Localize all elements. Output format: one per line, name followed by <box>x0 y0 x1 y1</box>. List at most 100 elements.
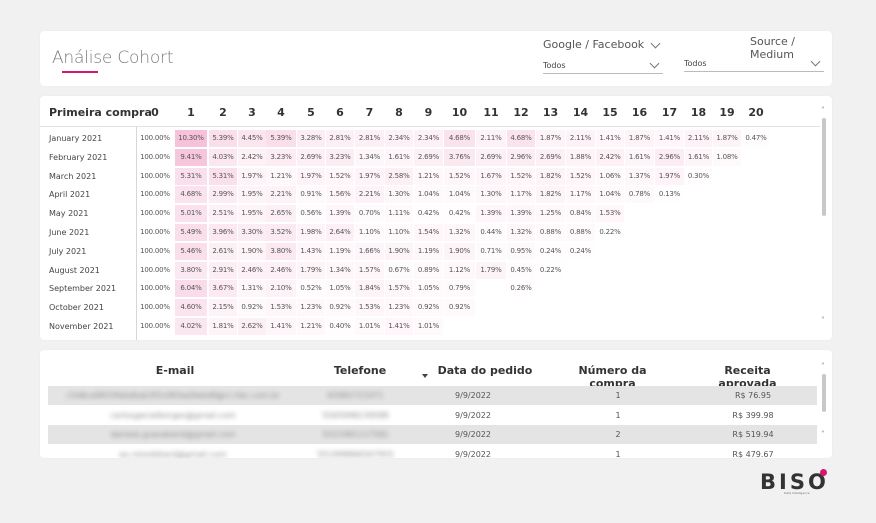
cohort-cell: 1.19% <box>326 242 354 260</box>
cohort-column-header[interactable]: 11 <box>476 106 506 119</box>
cohort-cell: 3.28% <box>297 130 325 147</box>
cohort-cell: 1.04% <box>414 186 443 204</box>
cohort-row-label: October 2021 <box>49 303 104 313</box>
cohort-row-label: May 2021 <box>49 209 89 219</box>
cohort-cell: 2.69% <box>476 148 506 166</box>
cohort-cell: 1.21% <box>414 167 443 185</box>
cohort-cell: 4.45% <box>238 130 266 147</box>
cohort-cell: 100.00% <box>140 322 170 330</box>
cohort-cell: 0.71% <box>476 243 506 260</box>
filter-source-medium-dropdown[interactable]: Todos <box>684 56 824 72</box>
cohort-cell: 3.23% <box>326 148 354 166</box>
cohort-cell: 1.90% <box>238 242 266 260</box>
cohort-column-header[interactable]: 6 <box>326 106 354 119</box>
chevron-down-icon <box>810 56 821 67</box>
cohort-cell: 0.92% <box>238 299 266 317</box>
cohort-cell: 0.84% <box>566 205 595 222</box>
cohort-column-header[interactable]: 14 <box>566 106 595 119</box>
cohort-cell: 2.91% <box>209 261 237 279</box>
email-cell: carlosgenialborges@gmail.com <box>110 410 236 420</box>
number-cell: 1 <box>615 449 621 459</box>
cohort-cell: 1.31% <box>238 280 266 298</box>
cohort-cell: 3.23% <box>266 148 296 166</box>
phone-cell: 5521981117582 <box>322 430 389 439</box>
cohort-cell: 0.88% <box>566 224 595 241</box>
cohort-cell: 2.81% <box>355 130 384 147</box>
cohort-column-header[interactable]: 12 <box>507 106 535 119</box>
cohort-cell: 0.42% <box>417 209 440 218</box>
column-header-telefone[interactable]: Telefone <box>325 364 395 377</box>
cohort-cell: 1.79% <box>476 261 506 279</box>
vertical-scrollbar[interactable] <box>822 118 826 216</box>
table-row[interactable]: c5d6ca9833febdbab3f2c083ae9ebd8@cl.rtec.… <box>48 386 817 405</box>
cohort-cell: 100.00% <box>140 171 170 180</box>
cohort-cell: 2.69% <box>414 148 443 166</box>
cohort-cell: 0.40% <box>329 322 351 330</box>
cohort-column-header[interactable]: 19 <box>713 106 741 119</box>
cohort-column-header[interactable]: 1 <box>175 106 207 119</box>
cohort-column-header[interactable]: 20 <box>742 106 770 119</box>
column-header-data-pedido[interactable]: Data do pedido <box>435 364 535 377</box>
cohort-cell: 1.39% <box>326 205 354 223</box>
column-header-email[interactable]: E-mail <box>145 364 205 377</box>
cohort-cell: 1.11% <box>385 205 413 223</box>
cohort-cell: 2.99% <box>209 186 237 204</box>
cohort-cell: 1.82% <box>536 167 565 185</box>
filter-google-facebook-label: Google / Facebook <box>543 38 645 51</box>
cohort-cell: 4.68% <box>507 130 535 147</box>
cohort-cell: 0.56% <box>297 205 325 222</box>
cohort-column-header[interactable]: 8 <box>385 106 413 119</box>
scroll-down-icon[interactable]: ˅ <box>821 430 825 439</box>
revenue-cell: R$ 76.95 <box>734 391 772 400</box>
cohort-cell: 1.05% <box>326 280 354 298</box>
scroll-up-icon[interactable]: ˄ <box>821 106 825 115</box>
cohort-cell: 1.21% <box>266 167 296 185</box>
cohort-column-header[interactable]: 18 <box>685 106 712 119</box>
cohort-column-header[interactable]: 9 <box>414 106 443 119</box>
scroll-down-icon[interactable]: ˅ <box>821 316 825 325</box>
filter-google-facebook-dropdown[interactable]: Todos <box>543 58 663 74</box>
cohort-cell: 1.30% <box>476 186 506 204</box>
cohort-cell: 5.49% <box>175 224 207 241</box>
cohort-cell: 3.67% <box>209 280 237 298</box>
cohort-cell: 0.92% <box>326 299 354 317</box>
cohort-column-header[interactable]: 15 <box>596 106 624 119</box>
vertical-scrollbar[interactable] <box>822 374 826 412</box>
cohort-column-header[interactable]: 0 <box>136 106 174 119</box>
table-row[interactable]: carlosgenialborges@gmail.com 556599823958… <box>48 405 817 425</box>
email-cell: ex.rolosbtkard@gmail.com <box>119 449 227 459</box>
cohort-cell: 0.70% <box>355 205 384 222</box>
cohort-column-header[interactable]: 16 <box>625 106 654 119</box>
table-row[interactable]: ex.rolosbtkard@gmail.com 551998866567955 9… <box>48 444 817 459</box>
cohort-cell: 1.04% <box>444 186 475 204</box>
cohort-column-header[interactable]: 2 <box>209 106 237 119</box>
cohort-column-header[interactable]: 7 <box>355 106 384 119</box>
cohort-column-header[interactable]: 17 <box>655 106 684 119</box>
cohort-cell: 100.00% <box>140 209 170 218</box>
phone-cell: 551998866567955 <box>317 449 394 459</box>
cohort-column-header[interactable]: 5 <box>297 106 325 119</box>
sort-desc-icon[interactable] <box>422 374 428 378</box>
cohort-row-label: June 2021 <box>49 228 90 237</box>
revenue-cell: R$ 479.67 <box>732 449 774 459</box>
cohort-cell: 0.22% <box>599 228 621 236</box>
cohort-row-label: January 2021 <box>49 134 103 143</box>
chevron-down-icon[interactable] <box>650 38 661 49</box>
cohort-column-header[interactable]: 3 <box>238 106 266 119</box>
cohort-row-label: July 2021 <box>49 246 87 256</box>
cohort-cell: 1.97% <box>655 167 684 185</box>
scroll-up-icon[interactable]: ˄ <box>821 362 825 371</box>
cohort-cell: 1.10% <box>385 224 413 241</box>
cohort-cell: 100.00% <box>140 190 170 199</box>
cohort-cell: 6.04% <box>175 280 207 298</box>
cohort-column-header[interactable]: 13 <box>536 106 565 119</box>
cohort-cell: 1.57% <box>385 280 413 298</box>
email-cell: c5d6ca9833febdbab3f2c083ae9ebd8@cl.rtec.… <box>66 391 280 400</box>
cohort-cell: 3.80% <box>175 261 207 279</box>
table-row[interactable]: daniela.guaraband@gmail.com 5521981117582… <box>48 425 817 444</box>
cohort-column-header[interactable]: 10 <box>444 106 475 119</box>
cohort-cell: 1.97% <box>238 167 266 185</box>
cohort-cell: 1.34% <box>326 261 354 279</box>
cohort-cell: 2.11% <box>685 130 712 147</box>
cohort-column-header[interactable]: 4 <box>266 106 296 119</box>
